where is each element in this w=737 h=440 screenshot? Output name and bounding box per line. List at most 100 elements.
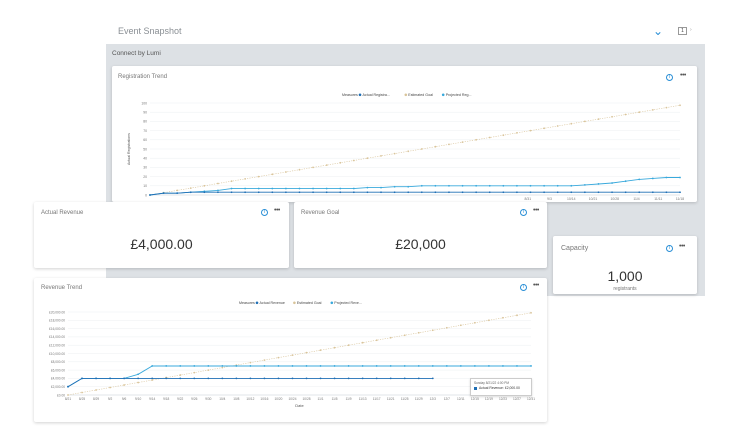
data-point — [611, 182, 613, 184]
data-point — [611, 191, 613, 194]
info-icon[interactable]: i — [666, 74, 673, 81]
data-point — [665, 191, 668, 194]
x-tick-label: 11/4 — [633, 197, 639, 201]
data-point — [305, 365, 308, 367]
data-point — [420, 148, 423, 150]
data-point — [312, 191, 314, 194]
data-point — [333, 346, 336, 349]
y-axis-label: Actual Registrations — [127, 133, 131, 165]
x-tick-label: 10/28 — [303, 397, 311, 401]
data-point — [665, 106, 668, 109]
y-tick-label: 90 — [143, 111, 147, 115]
x-tick-label: 8/21 — [65, 397, 71, 401]
x-tick-label: 11/18 — [676, 197, 684, 201]
info-icon[interactable]: i — [261, 209, 268, 216]
data-point — [366, 191, 369, 194]
capacity-card: Capacity i ••• 1,000 registrants — [553, 236, 697, 294]
tooltip-date: Sunday 8/21/22 4:00 PM — [474, 381, 510, 385]
data-point — [179, 377, 182, 380]
data-point — [67, 385, 69, 388]
x-tick-label: 10/28 — [611, 197, 620, 201]
data-point — [597, 183, 600, 185]
data-point — [459, 365, 462, 367]
x-tick-label: 11/9 — [346, 397, 352, 401]
data-point — [291, 365, 294, 367]
data-point — [488, 184, 491, 187]
y-tick-label: £2,000.00 — [51, 385, 65, 389]
capacity-value: 1,000 — [607, 268, 643, 284]
data-point — [271, 191, 274, 194]
data-point — [257, 191, 260, 194]
data-point — [445, 365, 448, 367]
y-tick-label: £4,000.00 — [51, 377, 65, 381]
data-point — [298, 168, 301, 171]
data-point — [217, 182, 219, 185]
y-tick-label: 80 — [143, 120, 147, 124]
data-point — [312, 166, 314, 169]
data-point — [298, 187, 301, 190]
revenue-goal-card: Revenue Goal i ••• £20,000 — [294, 202, 547, 268]
capacity-unit: registrants — [613, 286, 637, 292]
actual-revenue-title: Actual Revenue — [41, 210, 84, 216]
data-point — [189, 187, 192, 189]
data-point — [291, 354, 294, 357]
data-point — [516, 132, 518, 134]
page-title: Event Snapshot — [118, 26, 182, 36]
legend-item: Actual Revenue — [260, 301, 285, 305]
data-point — [543, 191, 546, 194]
data-point — [679, 104, 681, 107]
x-tick-label: 9/22 — [177, 397, 183, 401]
more-options-icon[interactable]: ••• — [680, 72, 686, 79]
data-point — [277, 356, 280, 359]
more-options-icon[interactable]: ••• — [274, 207, 280, 214]
data-point — [461, 184, 464, 187]
data-point — [162, 192, 165, 195]
x-tick-label: 10/20 — [274, 397, 282, 401]
data-point — [176, 192, 179, 195]
data-point — [488, 191, 491, 194]
x-tick-label: 11/11 — [654, 197, 662, 201]
data-point — [207, 377, 210, 380]
data-point — [319, 349, 322, 352]
data-point — [488, 136, 491, 139]
info-icon[interactable]: i — [520, 209, 527, 216]
data-point — [291, 377, 294, 380]
data-point — [257, 175, 260, 178]
data-point — [165, 365, 168, 367]
info-icon[interactable]: i — [666, 245, 673, 252]
data-point — [347, 377, 350, 380]
y-tick-label: £20,000.00 — [49, 310, 65, 314]
data-point — [312, 187, 314, 190]
more-options-icon[interactable]: ••• — [679, 243, 685, 250]
data-point — [193, 377, 196, 380]
x-tick-label: 10/21 — [589, 197, 598, 201]
chevron-down-icon[interactable]: ⌄ — [653, 24, 663, 38]
section-title: Connect by Lumi — [112, 50, 161, 57]
data-point — [151, 365, 154, 367]
data-point — [417, 331, 420, 334]
data-point — [448, 143, 450, 146]
data-point — [249, 361, 252, 364]
more-options-icon[interactable]: ••• — [533, 207, 539, 214]
registration-trend-chart: Measures Actual Registra... Estimated Goal… — [127, 93, 684, 201]
data-point — [475, 184, 478, 187]
data-point — [137, 373, 140, 376]
y-tick-label: 30 — [143, 166, 147, 170]
data-point — [665, 176, 668, 179]
y-tick-label: £12,000.00 — [49, 344, 65, 348]
data-point — [530, 311, 532, 314]
more-options-icon[interactable]: ••• — [533, 282, 539, 289]
legend-swatch — [330, 301, 334, 305]
data-point — [420, 191, 423, 194]
page-indicator[interactable]: 1 — [678, 27, 687, 35]
info-icon[interactable]: i — [520, 284, 527, 291]
data-point — [305, 377, 308, 380]
data-point — [325, 164, 328, 166]
page-next-icon[interactable]: › — [690, 27, 692, 33]
legend-title: Measures — [239, 301, 255, 305]
data-point — [407, 191, 410, 194]
y-tick-label: £6,000.00 — [51, 368, 65, 372]
data-point — [95, 377, 97, 380]
x-tick-label: 9/6 — [122, 397, 127, 401]
data-point — [417, 377, 420, 380]
